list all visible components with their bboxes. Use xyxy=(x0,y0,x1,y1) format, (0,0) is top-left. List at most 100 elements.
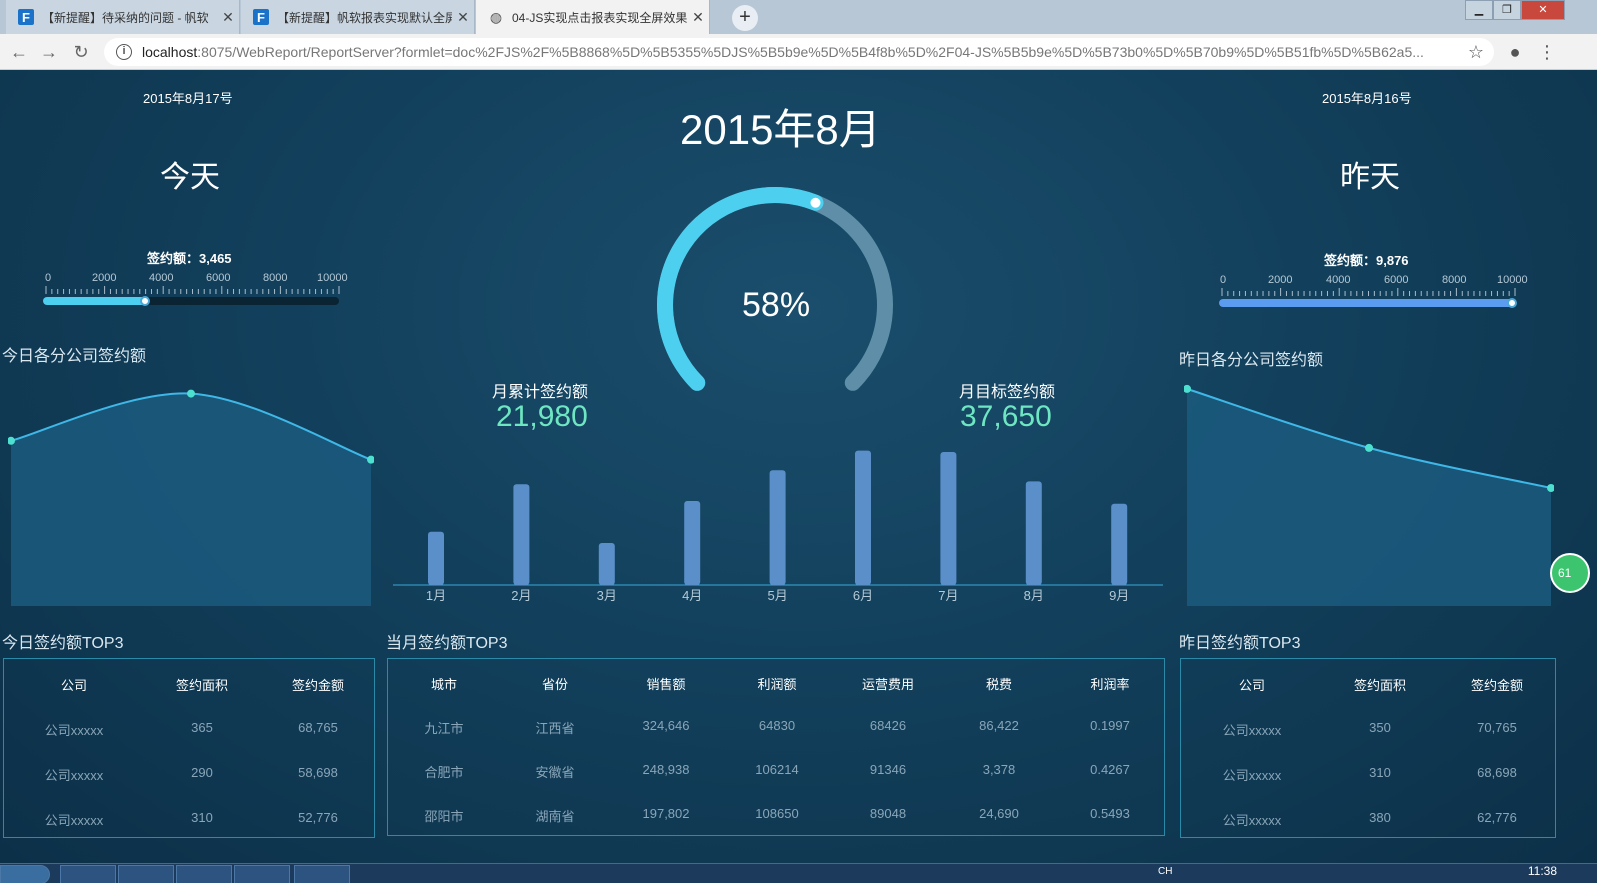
table-cell: 江西省 xyxy=(535,721,575,736)
yesterday-top3-table: 公司 签约面积 签约金额 公司xxxxx 350 70,765 公司xxxxx … xyxy=(1180,658,1556,838)
url-input[interactable]: i localhost :8075/WebReport/ReportServer… xyxy=(104,38,1494,66)
table-cell: 350 xyxy=(1369,720,1391,735)
table-cell: 68,698 xyxy=(1477,765,1517,780)
taskbar-chrome-button[interactable] xyxy=(176,865,232,883)
bar[interactable] xyxy=(428,531,444,585)
start-button[interactable] xyxy=(0,865,50,883)
table-cell: 九江市 xyxy=(424,721,464,736)
today-top3-table: 公司 签约面积 签约金额 公司xxxxx 365 68,765 公司xxxxx … xyxy=(3,658,375,838)
minimize-icon[interactable]: ▁ xyxy=(1465,0,1493,20)
taskbar-fanruan-button[interactable] xyxy=(234,865,290,883)
table-cell: 68,765 xyxy=(298,720,338,735)
tick-label: 0 xyxy=(1220,274,1227,286)
today-top3-title: 今日签约额TOP3 xyxy=(2,635,124,652)
x-tick-label: 7月 xyxy=(938,588,958,603)
table-cell: 安徽省 xyxy=(535,765,575,780)
close-icon[interactable]: ✕ xyxy=(217,9,239,26)
address-bar: ← → ↻ i localhost :8075/WebReport/Report… xyxy=(0,34,1597,70)
column-header: 销售额 xyxy=(646,677,686,692)
tab-pending-questions[interactable]: F 【新提醒】待采纳的问题 - 帆软 ✕ xyxy=(6,0,240,34)
tab-label: 04-JS实现点击报表实现全屏效果 xyxy=(512,10,687,25)
language-indicator[interactable]: CH xyxy=(1158,866,1172,877)
area-fill xyxy=(11,393,371,606)
reload-icon[interactable]: ↻ xyxy=(68,40,94,64)
tab-js-fullscreen[interactable]: ◍ 04-JS实现点击报表实现全屏效果 ✕ xyxy=(476,0,710,34)
close-icon[interactable]: ✕ xyxy=(452,9,474,26)
table-cell: 62,776 xyxy=(1477,810,1517,825)
x-tick-label: 1月 xyxy=(426,588,446,603)
today-label: 今天 xyxy=(160,161,220,194)
today-chart-title: 今日各分公司签约额 xyxy=(2,348,147,365)
yesterday-top3-title: 昨日签约额TOP3 xyxy=(1179,635,1301,652)
bar[interactable] xyxy=(1025,481,1042,585)
back-arrow-icon[interactable]: ← xyxy=(6,40,32,64)
table-cell: 0.4267 xyxy=(1090,762,1130,777)
bar[interactable] xyxy=(1111,503,1128,585)
forward-arrow-icon[interactable]: → xyxy=(36,40,62,64)
today-slider-handle[interactable] xyxy=(139,296,150,306)
bar[interactable] xyxy=(769,470,786,585)
table-cell: 310 xyxy=(191,810,213,825)
month-target-value: 37,650 xyxy=(960,400,1052,433)
tick-label: 2000 xyxy=(1268,274,1293,286)
yesterday-amount: 签约额：9,876 xyxy=(1324,253,1409,268)
info-icon[interactable]: i xyxy=(116,44,132,60)
maximize-icon[interactable]: ❐ xyxy=(1493,0,1521,20)
table-cell: 91346 xyxy=(869,762,907,777)
table-cell: 248,938 xyxy=(642,762,690,777)
x-tick-label: 4月 xyxy=(682,588,702,603)
bookmark-star-icon[interactable]: ☆ xyxy=(1464,40,1488,64)
menu-dots-icon[interactable]: ⋮ xyxy=(1535,40,1559,64)
window-close-icon[interactable]: ✕ xyxy=(1521,0,1565,20)
fanruan-logo-icon: F xyxy=(253,9,269,25)
floating-badge[interactable]: 61 xyxy=(1550,553,1590,593)
x-tick-label: 3月 xyxy=(597,588,617,603)
tab-label: 【新提醒】待采纳的问题 - 帆软 xyxy=(42,10,209,25)
close-icon[interactable]: ✕ xyxy=(687,9,709,26)
tick-label: 4000 xyxy=(149,272,174,284)
month-top3-title: 当月签约额TOP3 xyxy=(386,635,508,652)
system-clock[interactable]: 11:38 xyxy=(1528,864,1557,878)
table-cell: 86,422 xyxy=(979,718,1019,733)
table-cell: 108650 xyxy=(755,806,799,821)
table-cell: 邵阳市 xyxy=(424,809,464,824)
table-cell: 70,765 xyxy=(1477,720,1517,735)
taskbar-settings-button[interactable] xyxy=(118,865,174,883)
data-point[interactable] xyxy=(1365,443,1373,452)
yesterday-label: 昨天 xyxy=(1340,161,1400,194)
table-cell: 64830 xyxy=(758,718,796,733)
table-cell: 0.5493 xyxy=(1090,806,1130,821)
gauge-percentage: 58% xyxy=(742,286,811,324)
column-header: 税费 xyxy=(985,677,1012,692)
bar[interactable] xyxy=(940,452,957,585)
new-tab-button[interactable]: + xyxy=(732,5,758,31)
data-point[interactable] xyxy=(187,389,195,398)
table-cell: 公司xxxxx xyxy=(44,723,104,738)
today-date: 2015年8月17号 xyxy=(143,91,233,106)
column-header: 签约面积 xyxy=(1353,678,1406,693)
taskbar-app-button[interactable] xyxy=(60,865,116,883)
gauge-indicator xyxy=(810,197,821,208)
table-cell: 380 xyxy=(1369,810,1391,825)
table-cell: 106214 xyxy=(755,762,799,777)
bar[interactable] xyxy=(513,484,530,585)
tab-fullscreen-default[interactable]: F 【新提醒】帆软报表实现默认全屏 ✕ xyxy=(241,0,475,34)
table-cell: 197,802 xyxy=(642,806,690,821)
table-cell: 合肥市 xyxy=(424,765,464,780)
table-cell: 3,378 xyxy=(982,762,1016,777)
taskbar-folder-button[interactable] xyxy=(294,865,350,883)
x-tick-label: 5月 xyxy=(767,588,787,603)
table-cell: 58,698 xyxy=(298,765,338,780)
column-header: 省份 xyxy=(541,677,568,692)
table-cell: 310 xyxy=(1369,765,1391,780)
bar[interactable] xyxy=(598,543,615,585)
fanruan-logo-icon: F xyxy=(18,9,34,25)
yesterday-slider-handle[interactable] xyxy=(1507,298,1518,308)
yesterday-slider-minor-ticks xyxy=(1221,288,1516,296)
yesterday-chart-title: 昨日各分公司签约额 xyxy=(1179,352,1324,369)
bar[interactable] xyxy=(684,501,701,585)
page-title: 2015年8月 xyxy=(680,106,881,153)
tick-label: 10000 xyxy=(1497,274,1528,286)
bar[interactable] xyxy=(855,450,871,585)
profile-icon[interactable]: ● xyxy=(1503,40,1527,64)
